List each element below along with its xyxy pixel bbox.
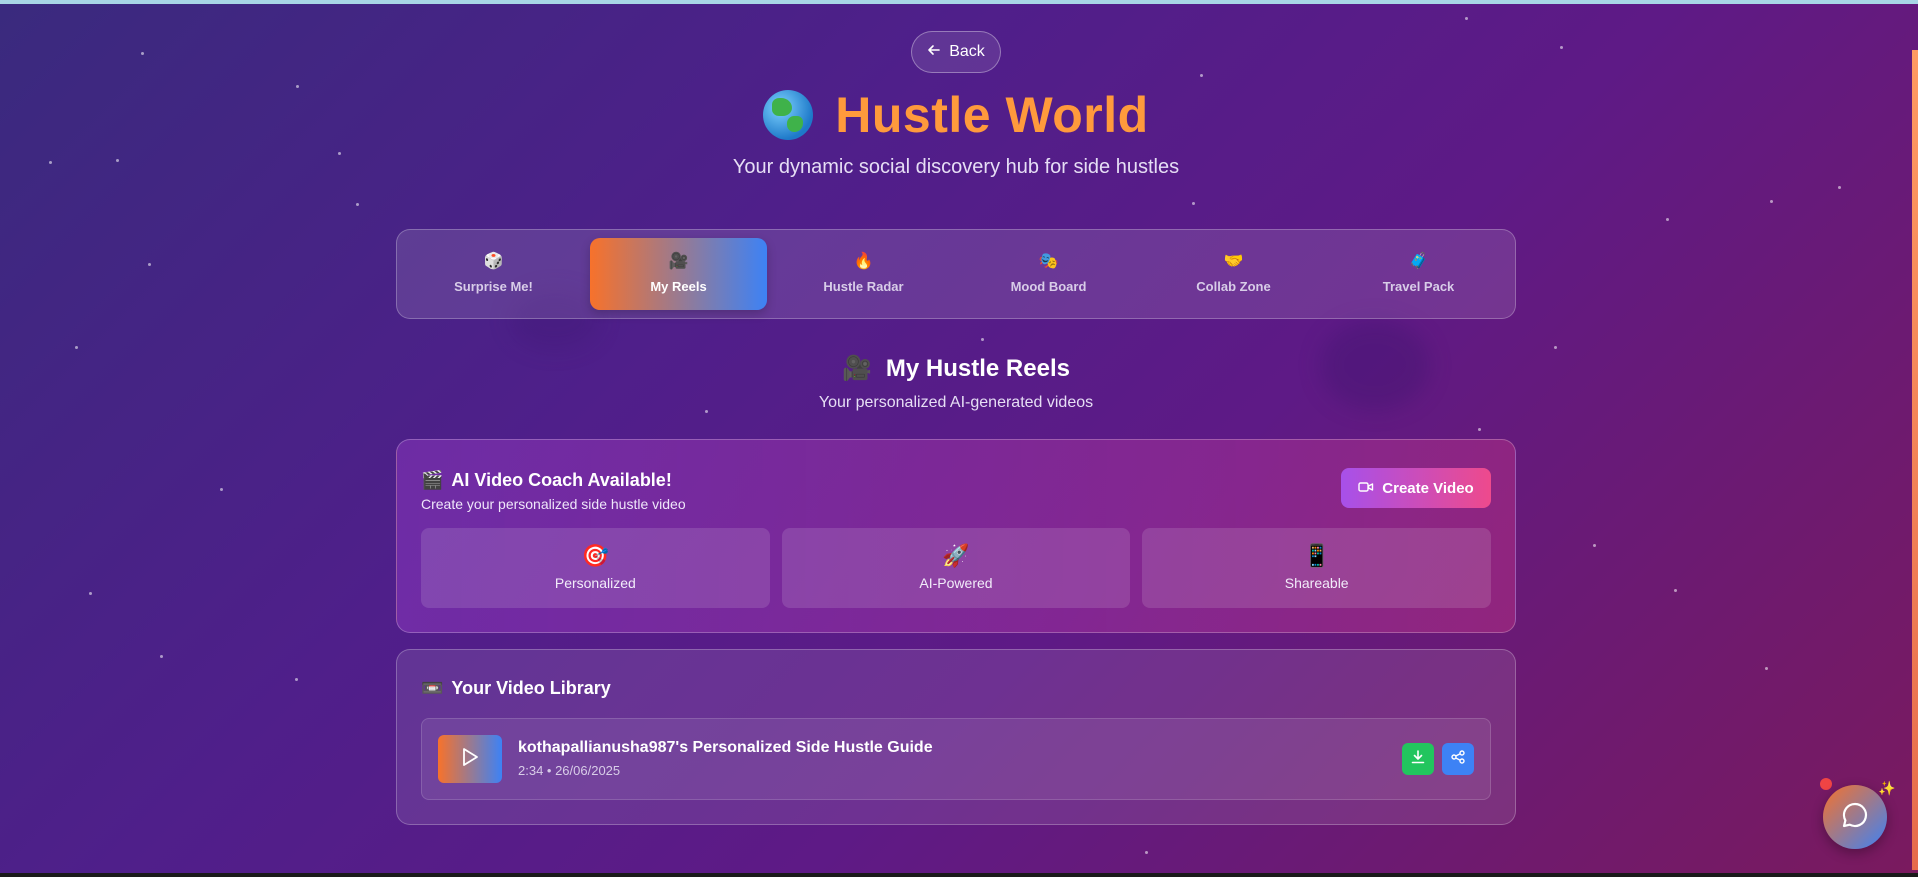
dice-icon: 🎲 (483, 253, 504, 270)
play-icon (461, 747, 479, 772)
video-meta: 2:34 • 26/06/2025 (518, 763, 621, 778)
video-camera-icon: 🎥 (668, 253, 689, 270)
page-title: Hustle World (835, 87, 1149, 143)
coach-subtitle: Create your personalized side hustle vid… (421, 496, 686, 512)
tab-label: Mood Board (1010, 279, 1087, 294)
ai-video-coach-card: 🎬 AI Video Coach Available! Create your … (396, 439, 1516, 633)
tab-bar: 🎲 Surprise Me! 🎥 My Reels 🔥 Hustle Radar… (396, 229, 1516, 319)
sparkle-icon: ✨ (1878, 780, 1896, 796)
globe-icon (763, 90, 814, 140)
bottom-border (0, 873, 1918, 877)
coach-features: 🎯 Personalized 🚀 AI-Powered 📱 Shareable (421, 528, 1492, 608)
top-border (0, 0, 1918, 4)
tab-label: Hustle Radar (823, 279, 904, 294)
section-subtitle: Your personalized AI-generated videos (818, 394, 1094, 411)
tab-label: Surprise Me! (454, 279, 533, 294)
create-video-label: Create Video (1382, 479, 1474, 497)
videocassette-icon: 📼 (421, 678, 444, 698)
back-button[interactable]: Back (911, 31, 1001, 73)
video-library-card: 📼 Your Video Library kothapallianusha987… (396, 649, 1516, 825)
library-title-row: 📼 Your Video Library (421, 678, 611, 699)
tab-label: My Reels (650, 279, 707, 294)
feature-ai-powered: 🚀 AI-Powered (781, 528, 1131, 608)
video-thumbnail[interactable] (438, 735, 502, 783)
coach-title-row: 🎬 AI Video Coach Available! (421, 470, 672, 491)
coach-title: AI Video Coach Available! (451, 470, 672, 490)
arrow-left-icon (927, 43, 941, 62)
tab-hustle-radar[interactable]: 🔥 Hustle Radar (775, 238, 952, 310)
feature-label: Personalized (554, 575, 636, 591)
mobile-phone-icon: 📱 (1302, 543, 1331, 568)
section-title-row: 🎥 My Hustle Reels (0, 354, 1912, 383)
theater-masks-icon: 🎭 (1038, 253, 1059, 270)
share-button[interactable] (1442, 743, 1474, 775)
video-list-item[interactable]: kothapallianusha987's Personalized Side … (421, 718, 1491, 800)
target-icon: 🎯 (581, 543, 610, 568)
chat-bubble-icon (1840, 800, 1870, 835)
library-title: Your Video Library (451, 678, 611, 698)
tab-travel-pack[interactable]: 🧳 Travel Pack (1330, 238, 1507, 310)
right-edge-accent (1912, 50, 1918, 870)
handshake-icon: 🤝 (1223, 253, 1244, 270)
feature-personalized: 🎯 Personalized (421, 528, 770, 608)
create-video-button[interactable]: Create Video (1341, 468, 1491, 508)
tab-label: Collab Zone (1196, 279, 1271, 294)
tab-mood-board[interactable]: 🎭 Mood Board (960, 238, 1137, 310)
video-title: kothapallianusha987's Personalized Side … (518, 739, 933, 756)
tab-my-reels[interactable]: 🎥 My Reels (590, 238, 767, 310)
tab-collab-zone[interactable]: 🤝 Collab Zone (1145, 238, 1322, 310)
page-subtitle: Your dynamic social discovery hub for si… (732, 156, 1180, 178)
tab-surprise-me[interactable]: 🎲 Surprise Me! (405, 238, 582, 310)
tab-label: Travel Pack (1382, 279, 1455, 294)
download-icon (1411, 749, 1425, 769)
feature-shareable: 📱 Shareable (1142, 528, 1492, 608)
video-icon (1358, 480, 1374, 497)
clapper-board-icon: 🎬 (421, 470, 444, 490)
section-title: My Hustle Reels (885, 354, 1070, 382)
download-button[interactable] (1402, 743, 1434, 775)
back-label: Back (949, 43, 985, 60)
video-camera-icon: 🎥 (842, 355, 872, 382)
share-icon (1451, 749, 1465, 769)
feature-label: Shareable (1284, 575, 1349, 591)
feature-label: AI-Powered (919, 575, 993, 591)
notification-dot (1820, 778, 1832, 790)
rocket-icon: 🚀 (942, 543, 970, 568)
luggage-icon: 🧳 (1408, 253, 1429, 270)
fire-icon: 🔥 (853, 253, 874, 270)
page-title-row: Hustle World (0, 86, 1912, 144)
